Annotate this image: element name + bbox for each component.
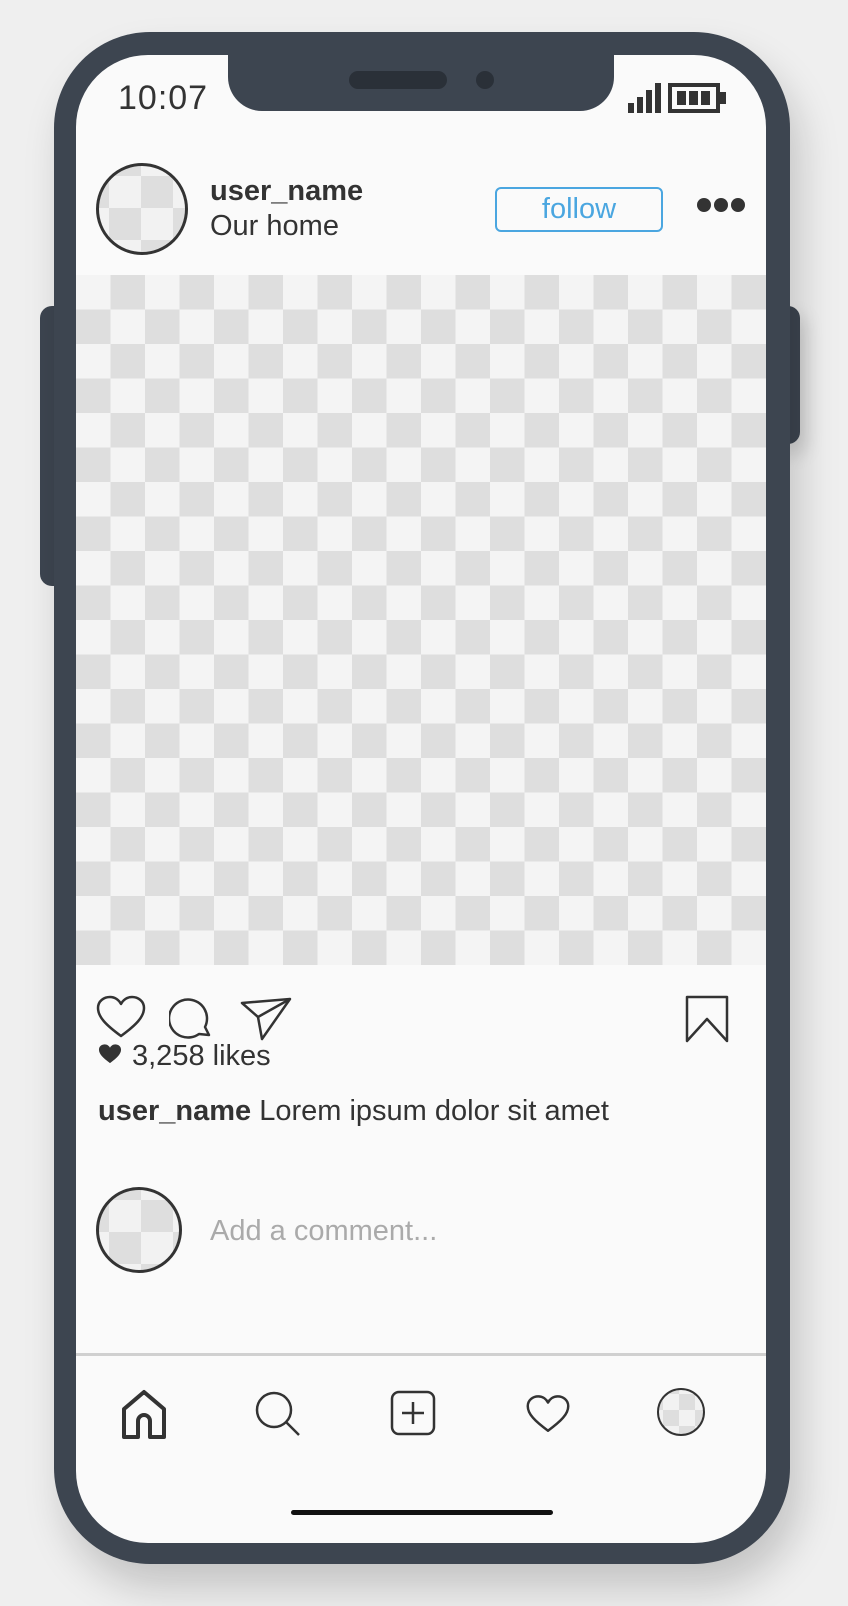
- status-icons: [628, 81, 766, 122]
- home-indicator: [291, 1510, 553, 1515]
- author-avatar[interactable]: [96, 163, 188, 255]
- post-location[interactable]: Our home: [210, 210, 339, 243]
- commenter-avatar: [96, 1187, 182, 1273]
- likes-count[interactable]: 3,258 likes: [132, 1040, 271, 1073]
- caption-username[interactable]: user_name: [98, 1095, 251, 1127]
- screen: 10:07 user_name Our home follow 3,258 li…: [76, 55, 766, 1543]
- likes-row[interactable]: 3,258 likes: [98, 1040, 271, 1073]
- more-dots-icon[interactable]: [696, 195, 746, 220]
- nav-activity-heart-icon[interactable]: [526, 1394, 570, 1439]
- nav-profile-avatar[interactable]: [657, 1388, 705, 1436]
- signal-icon: [628, 83, 661, 113]
- comment-icon[interactable]: [167, 997, 213, 1046]
- speaker: [349, 71, 447, 89]
- comment-input[interactable]: [208, 1210, 732, 1252]
- notch: [228, 55, 614, 111]
- post-image[interactable]: [76, 275, 766, 965]
- nav-search-icon[interactable]: [254, 1390, 302, 1443]
- post-caption: user_name Lorem ipsum dolor sit amet: [98, 1095, 609, 1128]
- follow-button[interactable]: follow: [495, 187, 663, 232]
- heart-icon[interactable]: [96, 995, 146, 1044]
- nav-divider: [76, 1353, 766, 1356]
- bookmark-icon[interactable]: [685, 995, 729, 1048]
- share-icon[interactable]: [240, 997, 292, 1046]
- likes-heart-icon: [98, 1043, 122, 1070]
- status-time: 10:07: [118, 79, 209, 117]
- author-username[interactable]: user_name: [210, 175, 363, 208]
- nav-home-icon[interactable]: [120, 1389, 168, 1444]
- phone-frame: 10:07 user_name Our home follow 3,258 li…: [54, 32, 790, 1564]
- front-camera: [476, 71, 494, 89]
- battery-icon: [668, 83, 726, 113]
- nav-add-post-icon[interactable]: [390, 1390, 436, 1441]
- caption-text: Lorem ipsum dolor sit amet: [259, 1095, 609, 1127]
